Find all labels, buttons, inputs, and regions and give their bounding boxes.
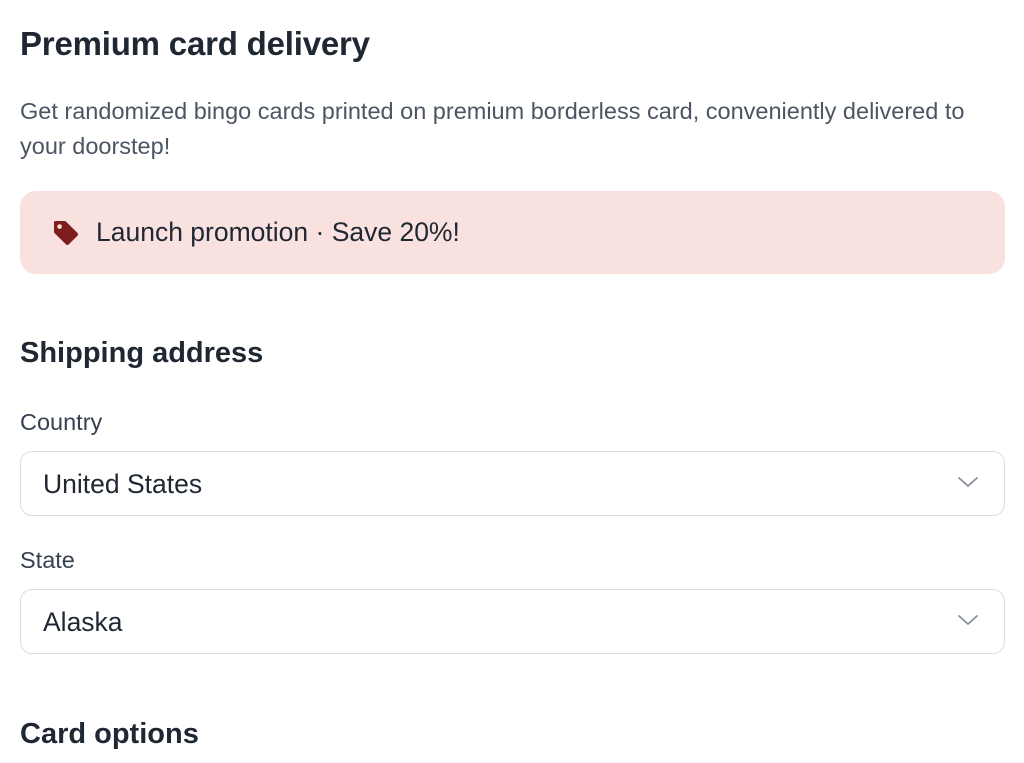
page-description: Get randomized bingo cards printed on pr… bbox=[20, 98, 965, 159]
promo-text: Launch promotion · Save 20%! bbox=[96, 217, 460, 247]
country-select[interactable]: United States bbox=[20, 451, 1005, 516]
chevron-down-icon bbox=[957, 475, 979, 489]
promo-banner: Launch promotion · Save 20%! bbox=[20, 191, 1005, 274]
state-label: State bbox=[20, 547, 75, 573]
country-label: Country bbox=[20, 409, 103, 435]
state-select[interactable]: Alaska bbox=[20, 589, 1005, 654]
chevron-down-icon bbox=[957, 613, 979, 627]
card-options-heading: Card options bbox=[20, 718, 199, 750]
country-select-value: United States bbox=[43, 469, 203, 499]
tag-icon bbox=[52, 219, 80, 247]
shipping-address-heading: Shipping address bbox=[20, 337, 264, 369]
state-select-value: Alaska bbox=[43, 607, 123, 637]
page-title: Premium card delivery bbox=[20, 25, 370, 62]
